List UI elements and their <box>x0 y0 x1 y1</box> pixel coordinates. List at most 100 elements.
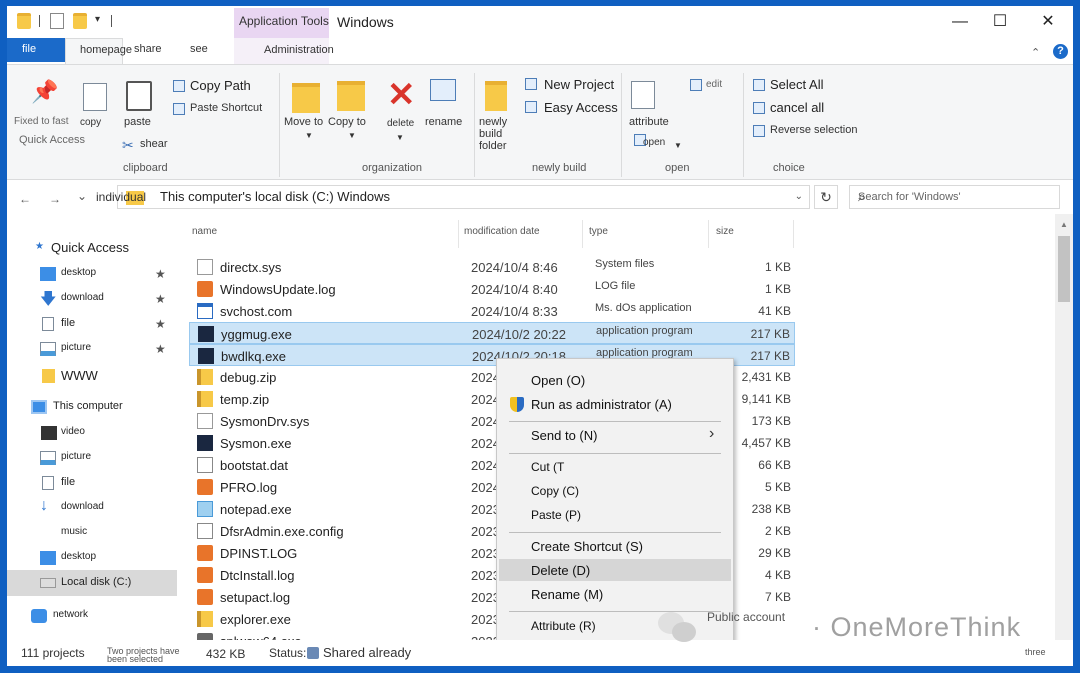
customize-toolbar-icon[interactable]: ▾ <box>95 14 100 25</box>
close-button[interactable]: ✕ <box>1033 10 1063 34</box>
recent-locations-button[interactable]: ⌄ <box>77 189 87 203</box>
pin-icon[interactable]: 📌 <box>31 79 58 105</box>
column-header-name[interactable]: name <box>192 226 217 237</box>
pin-to-quick-access-button[interactable]: Fixed to fast <box>14 116 68 127</box>
new-folder-icon[interactable] <box>73 13 87 29</box>
menu-item-delete[interactable]: Delete (D) <box>499 559 731 581</box>
file-log-icon <box>197 567 213 583</box>
folder-icon[interactable] <box>17 13 31 29</box>
nav-item-desktop[interactable]: desktop ★ <box>7 262 177 286</box>
breadcrumb-path[interactable]: This computer's local disk (C:) Windows <box>160 189 390 204</box>
column-header-size[interactable]: size <box>716 226 734 237</box>
address-bar[interactable]: individual This computer's local disk (C… <box>96 185 810 209</box>
nav-pc-music[interactable]: music <box>7 521 177 545</box>
breadcrumb-root[interactable]: individual <box>96 190 146 204</box>
nav-pc-video[interactable]: video <box>7 421 177 445</box>
nav-item-picture[interactable]: picture ★ <box>7 337 177 361</box>
tab-home[interactable]: homepage <box>65 38 132 64</box>
reverse-selection-icon <box>753 125 765 137</box>
properties-check-icon[interactable] <box>50 13 64 29</box>
select-all-button[interactable]: Select All <box>770 77 823 92</box>
delete-icon[interactable]: ✕ <box>387 75 416 115</box>
cut-button[interactable]: shear <box>140 138 168 150</box>
copy-to-button[interactable]: Copy to <box>328 116 366 128</box>
table-row[interactable]: directx.sys 2024/10/4 8:46 System files 1 K… <box>189 256 795 278</box>
new-folder-icon[interactable] <box>485 81 507 111</box>
select-none-button[interactable]: cancel all <box>770 100 824 115</box>
menu-item-paste[interactable]: Paste (P) <box>499 504 731 526</box>
nav-pc-desktop[interactable]: desktop <box>7 546 177 570</box>
menu-item-copy[interactable]: Copy (C) <box>499 480 731 502</box>
copy-icon[interactable] <box>83 83 107 111</box>
nav-item-file[interactable]: file ★ <box>7 312 177 336</box>
invert-selection-button[interactable]: Reverse selection <box>770 124 857 136</box>
copy-button[interactable]: copy <box>80 117 101 128</box>
rename-icon[interactable] <box>430 79 456 101</box>
nav-label: music <box>61 526 88 537</box>
paste-button[interactable]: paste <box>124 116 151 128</box>
nav-this-computer[interactable]: This computer <box>7 395 177 419</box>
file-name: debug.zip <box>220 370 277 385</box>
drive-icon <box>40 578 56 588</box>
table-row[interactable]: svchost.com 2024/10/4 8:33 Ms. dOs applica… <box>189 300 795 322</box>
nav-pc-download[interactable]: ↓ download <box>7 496 177 520</box>
menu-item-run-as-admin[interactable]: Run as administrator (A) <box>499 393 731 415</box>
column-header-date[interactable]: modification date <box>464 226 540 237</box>
column-header-type[interactable]: type <box>589 226 608 237</box>
menu-item-create-shortcut[interactable]: Create Shortcut (S) <box>499 535 731 557</box>
view-toggle[interactable]: three <box>1025 648 1046 657</box>
properties-button[interactable]: attribute <box>629 116 669 128</box>
new-folder-button[interactable]: newly build folder <box>479 116 519 152</box>
move-to-button[interactable]: Move to <box>284 116 323 128</box>
open-button[interactable]: open <box>643 137 665 148</box>
forward-button[interactable]: → <box>49 192 61 206</box>
nav-item-www[interactable]: WWW <box>7 364 177 388</box>
chevron-down-icon[interactable]: ▼ <box>674 141 682 150</box>
scrollbar-thumb[interactable] <box>1058 236 1070 302</box>
tab-share[interactable]: share <box>134 43 162 55</box>
file-size: 29 KB <box>758 546 791 560</box>
tab-file[interactable]: file <box>7 38 65 62</box>
chevron-down-icon[interactable]: ⌄ <box>795 191 803 202</box>
copy-to-icon[interactable] <box>337 81 365 111</box>
file-size: 217 KB <box>750 327 790 341</box>
new-project-button[interactable]: New Project <box>544 77 614 92</box>
paste-icon[interactable] <box>126 81 152 111</box>
chevron-down-icon[interactable]: ▼ <box>396 133 404 142</box>
menu-item-open[interactable]: Open (O) <box>499 369 731 391</box>
chevron-up-icon[interactable]: ⌃ <box>1031 46 1040 59</box>
refresh-button[interactable]: ↻ <box>814 185 838 209</box>
search-icon[interactable]: ⌕ <box>858 188 1051 205</box>
menu-item-rename[interactable]: Rename (M) <box>499 583 731 605</box>
menu-item-cut[interactable]: Cut (T <box>499 456 731 478</box>
back-button[interactable]: ← <box>19 192 31 206</box>
menu-item-send-to[interactable]: Send to (N) › <box>499 424 731 446</box>
minimize-button[interactable]: — <box>945 10 975 34</box>
nav-network[interactable]: network <box>7 604 177 628</box>
chevron-down-icon[interactable]: ▼ <box>348 131 356 140</box>
help-icon[interactable]: ? <box>1053 44 1068 59</box>
file-date: 2024/10/4 8:46 <box>471 260 558 275</box>
nav-item-download[interactable]: 🡇 download ★ <box>7 287 177 311</box>
table-row[interactable]: WindowsUpdate.log 2024/10/4 8:40 LOG file 1… <box>189 278 795 300</box>
copy-path-button[interactable]: Copy Path <box>190 78 251 93</box>
move-to-icon[interactable] <box>292 83 320 113</box>
chevron-down-icon[interactable]: ▼ <box>305 131 313 140</box>
maximize-button[interactable]: ☐ <box>985 10 1015 34</box>
delete-button[interactable]: delete <box>387 118 414 129</box>
nav-quick-access[interactable]: ★ Quick Access <box>7 236 177 260</box>
edit-button[interactable]: edit <box>706 79 722 90</box>
table-row[interactable]: yggmug.exe 2024/10/2 20:22 application pro… <box>189 322 795 344</box>
easy-access-button[interactable]: Easy Access <box>544 100 618 115</box>
scroll-up-icon[interactable]: ▲ <box>1060 220 1068 229</box>
nav-pc-file[interactable]: file <box>7 471 177 495</box>
rename-button[interactable]: rename <box>425 116 462 128</box>
properties-icon[interactable] <box>631 81 655 109</box>
tab-view[interactable]: see <box>190 43 208 55</box>
nav-pc-picture[interactable]: picture <box>7 446 177 470</box>
nav-pc-local-disk[interactable]: Local disk (C:) <box>7 570 177 596</box>
tab-administration[interactable]: Administration <box>234 38 334 64</box>
vertical-scrollbar[interactable]: ▲ <box>1055 214 1073 640</box>
paste-shortcut-button[interactable]: Paste Shortcut <box>190 102 262 114</box>
search-input[interactable]: Search for 'Windows' ⌕ <box>849 185 1060 209</box>
